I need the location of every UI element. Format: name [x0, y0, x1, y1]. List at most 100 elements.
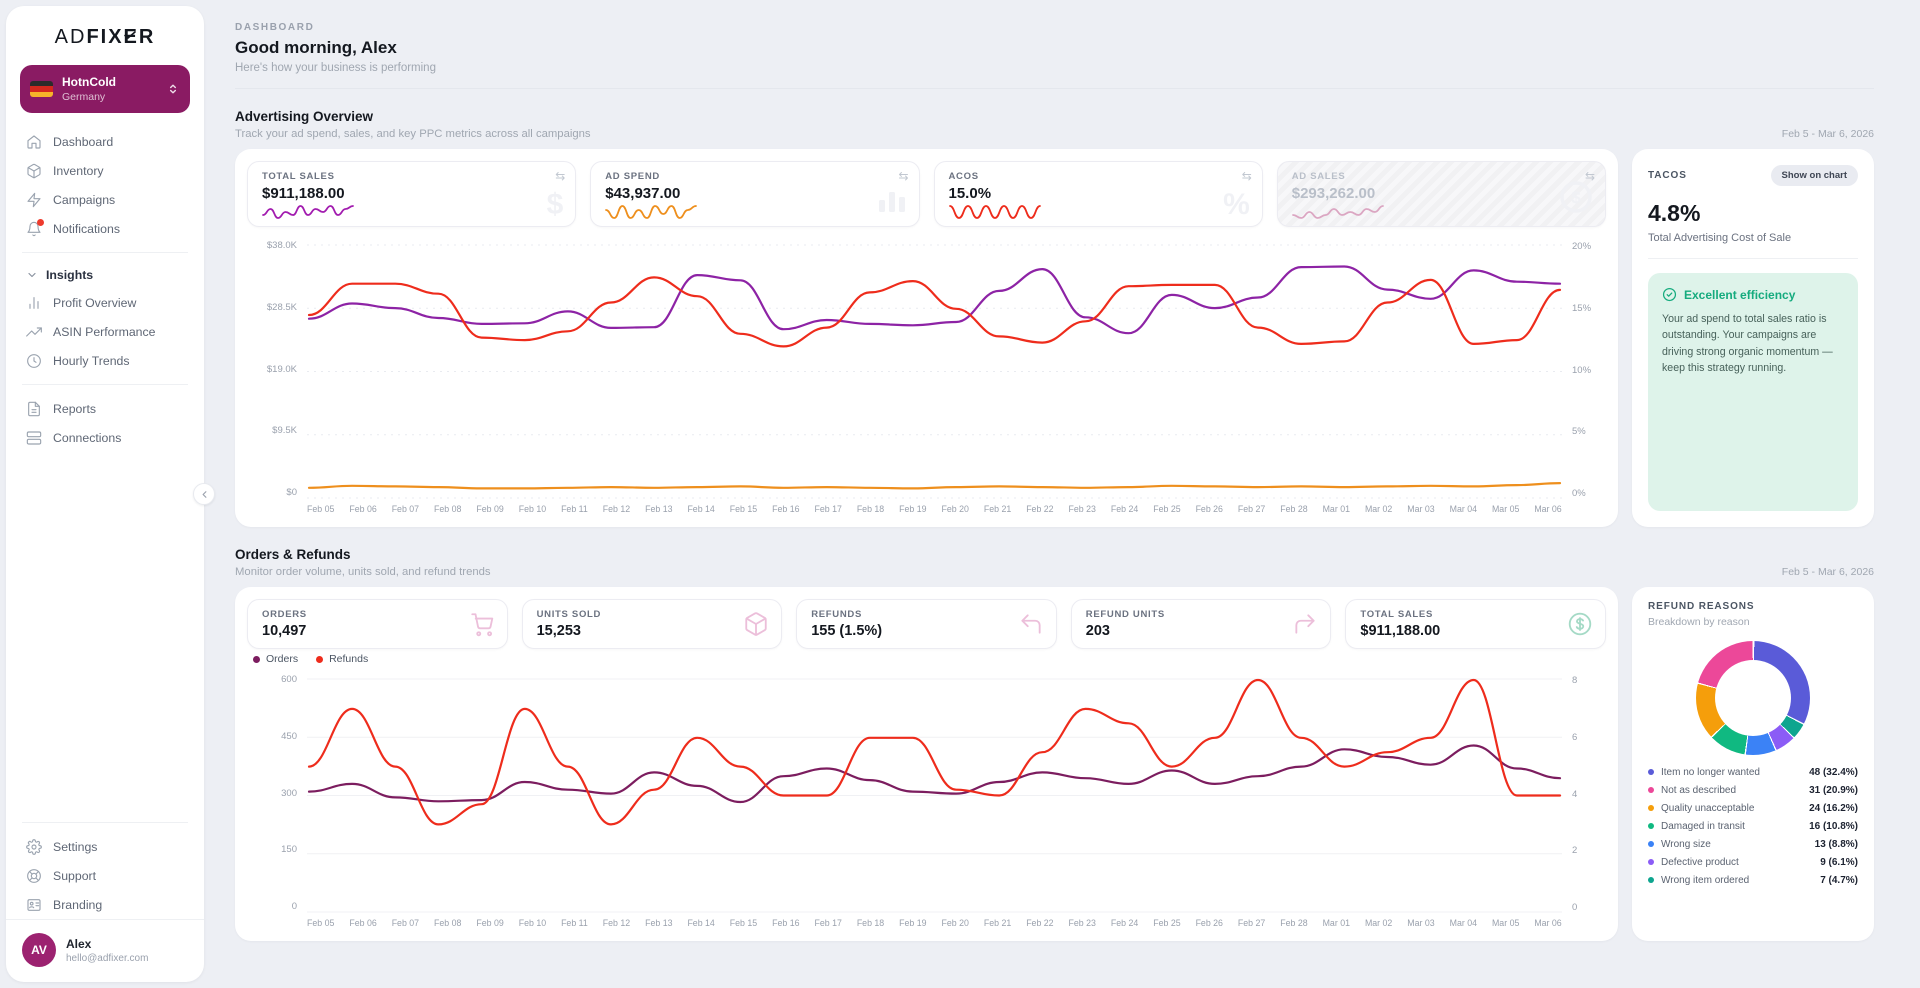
sidebar-item-asin-performance[interactable]: ASIN Performance: [20, 317, 190, 346]
metric-card-ad-spend[interactable]: AD SPEND$43,937.00⇆: [590, 161, 919, 227]
refund-reason-label: Quality unacceptable: [1661, 803, 1802, 814]
sidebar-item-campaigns[interactable]: Campaigns: [20, 185, 190, 214]
sidebar-item-support[interactable]: Support: [20, 861, 190, 890]
x-axis-label: Feb 09: [476, 918, 503, 931]
sidebar-item-dashboard[interactable]: Dashboard: [20, 127, 190, 156]
metric-card-refunds[interactable]: REFUNDS155 (1.5%): [796, 599, 1057, 649]
show-on-chart-button[interactable]: Show on chart: [1771, 165, 1858, 186]
sidebar-nav-footer: SettingsSupportBranding: [20, 832, 190, 919]
advertising-cards-row: TOTAL SALES$911,188.00⇆$AD SPEND$43,937.…: [235, 149, 1618, 227]
x-axis-label: Feb 16: [772, 918, 799, 931]
account-name: HotnCold: [62, 75, 157, 89]
advertising-subtitle: Track your ad spend, sales, and key PPC …: [235, 128, 1782, 140]
sidebar-item-reports[interactable]: Reports: [20, 394, 190, 423]
swap-metric-icon[interactable]: ⇆: [1585, 170, 1595, 182]
x-axis-label: Mar 01: [1323, 504, 1350, 517]
axis-tick: $19.0K: [267, 364, 297, 375]
x-axis-label: Feb 27: [1238, 918, 1265, 931]
metric-card-units-sold[interactable]: UNITS SOLD15,253: [522, 599, 783, 649]
legend-dot: [1648, 841, 1654, 847]
metric-card-total-sales[interactable]: TOTAL SALES$911,188.00⇆$: [247, 161, 576, 227]
refund-reason-row-quality-unacceptable: Quality unacceptable24 (16.2%): [1648, 801, 1858, 815]
refund-reason-value: 13 (8.8%): [1815, 839, 1858, 850]
x-axis-label: Feb 06: [349, 504, 376, 517]
x-axis-label: Feb 27: [1238, 504, 1265, 517]
x-axis-label: Feb 23: [1069, 504, 1096, 517]
orders-chart-x-axis: Feb 05Feb 06Feb 07Feb 08Feb 09Feb 10Feb …: [307, 918, 1562, 931]
page-header: DASHBOARD Good morning, Alex Here's how …: [235, 0, 1874, 89]
sidebar-item-connections[interactable]: Connections: [20, 423, 190, 452]
x-axis-label: Feb 18: [857, 504, 884, 517]
tacos-label: TACOS: [1648, 170, 1687, 181]
swap-metric-icon[interactable]: ⇆: [1242, 170, 1252, 182]
page-title: Good morning, Alex: [235, 38, 1874, 58]
legend-dot: [253, 656, 260, 663]
legend-dot: [1648, 787, 1654, 793]
swap-metric-icon[interactable]: ⇆: [555, 170, 565, 182]
germany-flag-icon: [30, 81, 53, 97]
sidebar: ADFIXER HotnCold Germany DashboardInvent…: [6, 6, 204, 982]
orders-chart-right-axis: 86420: [1572, 675, 1602, 913]
legend-item-refunds[interactable]: Refunds: [316, 653, 368, 665]
metric-value: $911,188.00: [1360, 623, 1591, 639]
sidebar-item-notifications[interactable]: Notifications: [20, 214, 190, 243]
x-axis-label: Feb 25: [1153, 504, 1180, 517]
x-axis-label: Feb 08: [434, 504, 461, 517]
sidebar-item-hourly-trends[interactable]: Hourly Trends: [20, 346, 190, 375]
metric-card-ad-sales[interactable]: AD SALES$293,262.00⇆$: [1277, 161, 1606, 227]
sidebar-item-branding[interactable]: Branding: [20, 890, 190, 919]
sidebar-nav-main: DashboardInventoryCampaignsNotifications: [20, 127, 190, 243]
metric-card-total-sales[interactable]: TOTAL SALES$911,188.00: [1345, 599, 1606, 649]
x-axis-label: Feb 20: [942, 504, 969, 517]
account-selector[interactable]: HotnCold Germany: [20, 65, 190, 113]
avatar: AV: [22, 933, 56, 967]
refund-reason-label: Damaged in transit: [1661, 821, 1802, 832]
metric-label: ACOS: [949, 171, 1248, 182]
refund-reason-label: Defective product: [1661, 857, 1813, 868]
x-axis-label: Mar 04: [1450, 918, 1477, 931]
sidebar-item-inventory[interactable]: Inventory: [20, 156, 190, 185]
metric-card-orders[interactable]: ORDERS10,497: [247, 599, 508, 649]
efficiency-text: Your ad spend to total sales ratio is ou…: [1662, 311, 1844, 377]
x-axis-label: Feb 24: [1111, 504, 1138, 517]
orders-chart-left-axis: 6004503001500: [251, 675, 297, 913]
refund-reason-row-defective-product: Defective product9 (6.1%): [1648, 855, 1858, 869]
x-axis-label: Mar 06: [1534, 918, 1561, 931]
axis-tick: 450: [281, 731, 297, 742]
sidebar-item-label: ASIN Performance: [53, 325, 156, 339]
main-content: DASHBOARD Good morning, Alex Here's how …: [235, 0, 1874, 988]
brand-logo: ADFIXER: [20, 26, 190, 49]
insights-section-toggle[interactable]: Insights: [20, 262, 190, 288]
undo-icon: [1018, 611, 1044, 637]
sidebar-item-settings[interactable]: Settings: [20, 832, 190, 861]
metric-card-acos[interactable]: ACOS15.0%⇆%: [934, 161, 1263, 227]
metric-label: AD SPEND: [605, 171, 904, 182]
user-profile[interactable]: AV Alex hello@adfixer.com: [6, 919, 204, 982]
axis-tick: 4: [1572, 789, 1577, 800]
sidebar-divider: [22, 252, 188, 253]
sidebar-nav-insights: Profit Overview ASIN Performance Hourly Tr…: [20, 288, 190, 375]
x-axis-label: Mar 06: [1534, 504, 1561, 517]
swap-metric-icon[interactable]: ⇆: [898, 170, 908, 182]
legend-item-orders[interactable]: Orders: [253, 653, 298, 665]
x-axis-label: Feb 18: [857, 918, 884, 931]
refund-reason-label: Not as described: [1661, 785, 1802, 796]
orders-section-header: Orders & Refunds Monitor order volume, u…: [235, 547, 1874, 578]
sidebar-item-profit-overview[interactable]: Profit Overview: [20, 288, 190, 317]
orders-panel: ORDERS10,497 UNITS SOLD15,253 REFUNDS155 (…: [235, 587, 1618, 941]
breadcrumb: DASHBOARD: [235, 22, 1874, 33]
orders-chart-legend: Orders Refunds: [253, 653, 368, 665]
x-axis-label: Feb 22: [1026, 918, 1053, 931]
x-axis-label: Mar 02: [1365, 504, 1392, 517]
metric-card-refund-units[interactable]: REFUND UNITS203: [1071, 599, 1332, 649]
advertising-chart: $38.0K$28.5K$19.0K$9.5K$0 20%15%10%5%0% …: [251, 241, 1602, 517]
chevron-down-icon: [26, 269, 38, 281]
sidebar-collapse-button[interactable]: [193, 483, 215, 505]
logo-check-icon: [124, 22, 136, 30]
x-axis-label: Feb 13: [645, 918, 672, 931]
advertising-title: Advertising Overview: [235, 109, 1782, 124]
redo-icon: [1292, 611, 1318, 637]
axis-tick: 5%: [1572, 426, 1586, 437]
metric-label: AD SALES: [1292, 171, 1591, 182]
metric-value: 15,253: [537, 623, 768, 639]
